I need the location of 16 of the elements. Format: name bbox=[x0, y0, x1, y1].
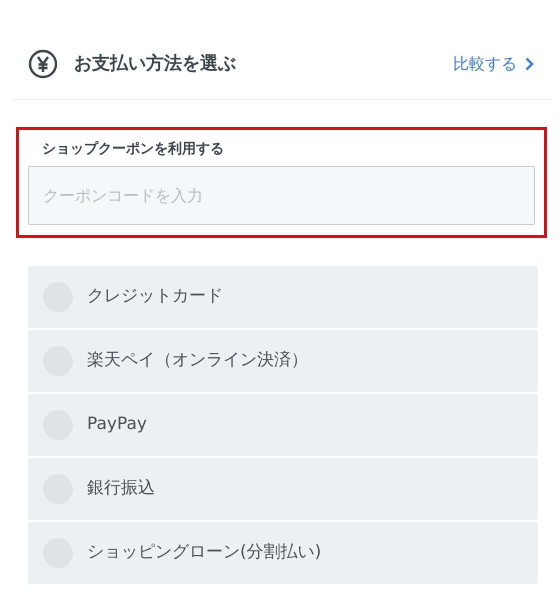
payment-option[interactable]: 銀行振込 bbox=[28, 458, 538, 520]
coupon-code-field[interactable]: クーポンコードを入力 bbox=[28, 166, 535, 225]
payment-option[interactable]: ショッピングローン(分割払い) bbox=[28, 522, 538, 584]
option-label: PayPay bbox=[87, 413, 147, 436]
section-title: お支払い方法を選ぶ bbox=[74, 52, 236, 76]
payment-option[interactable]: 楽天ペイ（オンライン決済） bbox=[28, 330, 538, 392]
option-label: ショッピングローン(分割払い) bbox=[87, 541, 322, 564]
coupon-label: ショップクーポンを利用する bbox=[42, 140, 224, 159]
yen-icon bbox=[28, 48, 58, 78]
compare-link[interactable]: 比較する bbox=[453, 52, 534, 76]
chevron-right-icon bbox=[525, 56, 534, 70]
option-label: 楽天ペイ（オンライン決済） bbox=[87, 349, 308, 372]
option-label: クレジットカード bbox=[87, 285, 223, 308]
option-label: 銀行振込 bbox=[87, 477, 155, 500]
payment-option[interactable]: クレジットカード bbox=[28, 266, 538, 328]
payment-option[interactable]: PayPay bbox=[28, 394, 538, 456]
